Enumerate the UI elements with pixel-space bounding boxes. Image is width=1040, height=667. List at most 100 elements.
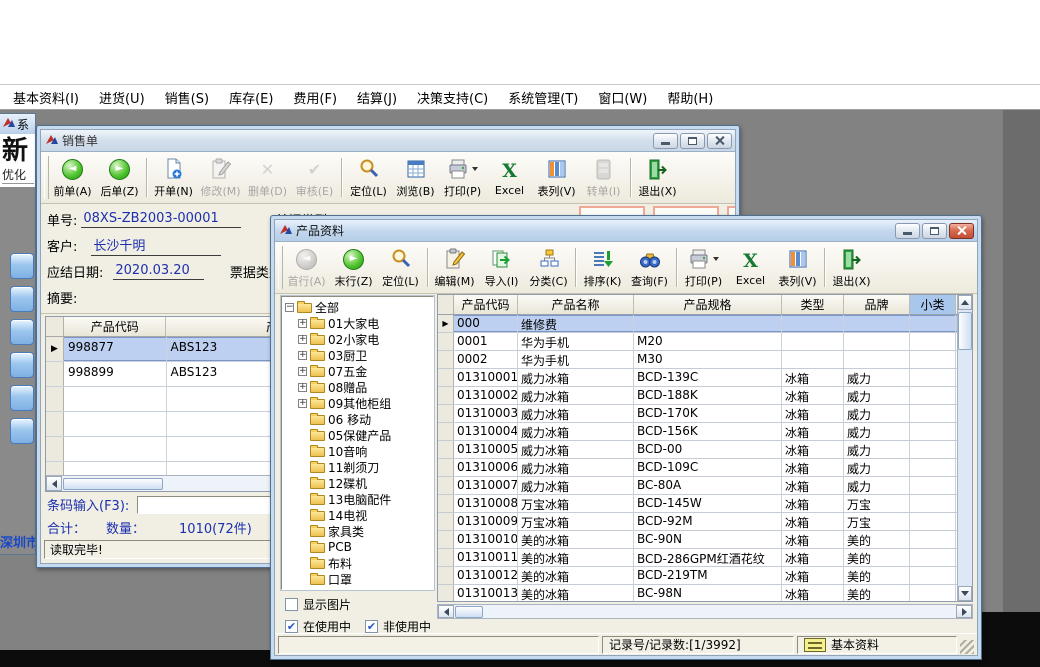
column-header[interactable]: 类型 [782,295,844,314]
exit-button[interactable]: 退出(X) [634,154,681,201]
tree-item[interactable]: 13电脑配件 [284,491,433,507]
close-button[interactable] [707,133,732,149]
sales-window-titlebar[interactable]: 销售单 [41,130,735,152]
show-image-checkbox[interactable] [285,598,298,611]
column-header[interactable]: 小类 [910,295,956,314]
tree-expand-toggle[interactable]: + [298,335,307,344]
tree-item[interactable]: +02小家电 [284,331,433,347]
in-use-checkbox[interactable]: ✔ [285,620,298,633]
table-row[interactable]: 01310004威力冰箱BCD-156K冰箱威力 [438,423,972,441]
exit-button[interactable]: 退出(X) [828,244,875,291]
new-bill-button[interactable]: 开单(N) [150,154,197,201]
tree-expand-toggle[interactable]: + [298,383,307,392]
tree-item[interactable]: 11剃须刀 [284,459,433,475]
tree-item[interactable]: +08赠品 [284,379,433,395]
print-button[interactable]: 打印(P) [680,244,727,291]
last-row-button[interactable]: ►末行(Z) [330,244,377,291]
table-row[interactable]: 01310013美的冰箱BC-98N冰箱美的 [438,585,972,601]
locate-button[interactable]: 定位(L) [377,244,424,291]
tree-item[interactable]: +07五金 [284,363,433,379]
tree-item[interactable]: 14电视 [284,507,433,523]
menu-item-sales[interactable]: 销售(S) [165,88,209,107]
menu-item-expense[interactable]: 费用(F) [293,88,337,107]
scroll-up-button[interactable] [958,295,972,310]
not-in-use-checkbox[interactable]: ✔ [365,620,378,633]
menu-item-basic-data[interactable]: 基本资料(I) [13,88,79,107]
tree-item[interactable]: 10音响 [284,443,433,459]
table-row[interactable]: 0001华为手机M20 [438,333,972,351]
tree-item[interactable]: +09其他柜组 [284,395,433,411]
sort-button[interactable]: 排序(K) [579,244,626,291]
column-list-button[interactable]: 表列(V) [774,244,821,291]
query-button[interactable]: 查询(F) [626,244,673,291]
column-header[interactable]: 产品规格 [634,295,782,314]
nav-button[interactable] [10,418,34,444]
classify-button[interactable]: 分类(C) [525,244,572,291]
scrollbar-thumb[interactable] [455,606,483,618]
table-row[interactable]: 01310002威力冰箱BCD-188K冰箱威力 [438,387,972,405]
prev-bill-button[interactable]: ◄前单(A) [49,154,96,201]
column-header[interactable]: 产品名称 [518,295,634,314]
tree-item[interactable]: 家具类 [284,523,433,539]
background-window-titlebar[interactable]: 系 [0,114,35,134]
scroll-right-button[interactable] [956,605,972,618]
column-header[interactable]: 品牌 [844,295,910,314]
print-button[interactable]: 打印(P) [439,154,486,201]
column-header[interactable]: 产品代码 [64,317,166,336]
tree-item[interactable]: +03厨卫 [284,347,433,363]
dropdown-caret-icon[interactable] [472,167,478,171]
tree-expand-toggle[interactable]: + [298,399,307,408]
menu-item-window[interactable]: 窗口(W) [598,88,647,107]
table-row[interactable]: 01310008万宝冰箱BCD-145W冰箱万宝 [438,495,972,513]
tree-item[interactable]: 12碟机 [284,475,433,491]
scroll-left-button[interactable] [46,476,62,491]
tree-expand-toggle[interactable]: − [285,303,294,312]
tree-expand-toggle[interactable]: + [298,367,307,376]
table-row[interactable]: 0002华为手机M30 [438,351,972,369]
resize-grip[interactable] [960,640,974,654]
product-window-titlebar[interactable]: 产品资料 [275,220,977,242]
nav-button[interactable] [10,253,34,279]
table-row[interactable]: 01310005威力冰箱BCD-00冰箱威力 [438,441,972,459]
menu-item-purchase[interactable]: 进货(U) [99,88,145,107]
dropdown-caret-icon[interactable] [713,257,719,261]
minimize-button[interactable] [653,133,678,149]
edit-button[interactable]: 编辑(M) [431,244,478,291]
nav-button[interactable] [10,385,34,411]
tree-item[interactable]: 06 移动 [284,411,433,427]
scrollbar-thumb[interactable] [63,478,163,490]
tree-item[interactable]: 05保健产品 [284,427,433,443]
column-list-button[interactable]: 表列(V) [533,154,580,201]
tree-expand-toggle[interactable]: + [298,319,307,328]
scroll-down-button[interactable] [958,586,972,601]
table-row[interactable]: 01310011美的冰箱BCD-286GPM红酒花纹冰箱美的 [438,549,972,567]
table-row[interactable]: ▶000维修费 [438,315,972,333]
import-button[interactable]: 导入(I) [478,244,525,291]
minimize-button[interactable] [895,223,920,239]
menu-item-system-management[interactable]: 系统管理(T) [508,88,578,107]
in-use-filter[interactable]: ✔ 在使用中 [285,618,351,635]
scroll-left-button[interactable] [438,605,454,618]
table-row[interactable]: 01310007威力冰箱BC-80A冰箱威力 [438,477,972,495]
tree-item[interactable]: +01大家电 [284,315,433,331]
column-header[interactable]: 产品代码 [454,295,518,314]
nav-button[interactable] [10,352,34,378]
tree-item[interactable]: −全部 [284,299,433,315]
maximize-button[interactable] [922,223,947,239]
table-row[interactable]: 01310003威力冰箱BCD-170K冰箱威力 [438,405,972,423]
scrollbar-thumb[interactable] [958,312,972,350]
table-row[interactable]: 01310006威力冰箱BCD-109C冰箱威力 [438,459,972,477]
close-button[interactable] [949,223,974,239]
excel-export-button[interactable]: XExcel [486,154,533,201]
menu-item-inventory[interactable]: 库存(E) [229,88,273,107]
table-row[interactable]: 01310012美的冰箱BCD-219TM冰箱美的 [438,567,972,585]
show-image-filter[interactable]: 显示图片 [285,596,351,613]
nav-button[interactable] [10,319,34,345]
locate-button[interactable]: 定位(L) [345,154,392,201]
browse-button[interactable]: 浏览(B) [392,154,439,201]
maximize-button[interactable] [680,133,705,149]
next-bill-button[interactable]: ►后单(Z) [96,154,143,201]
table-row[interactable]: 01310009万宝冰箱BCD-92M冰箱万宝 [438,513,972,531]
menu-item-decision-support[interactable]: 决策支持(C) [417,88,488,107]
excel-export-button[interactable]: XExcel [727,244,774,291]
